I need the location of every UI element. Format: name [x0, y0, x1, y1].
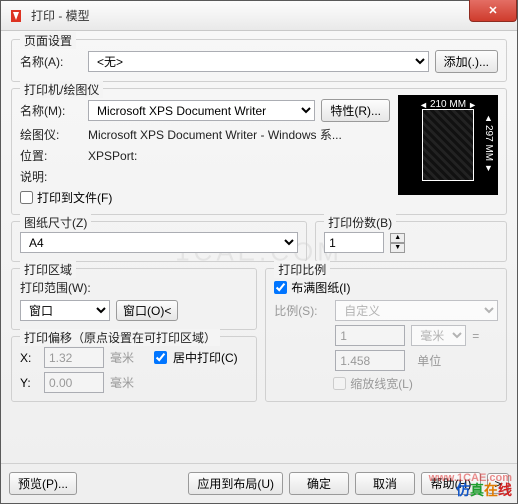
select-paper-size[interactable]: A4: [20, 232, 298, 253]
cancel-button[interactable]: 取消: [355, 472, 415, 495]
label-description: 说明:: [20, 168, 82, 185]
legend-printer: 打印机/绘图仪: [20, 81, 103, 98]
group-paper-size: 图纸尺寸(Z) A4: [11, 221, 307, 262]
select-print-range[interactable]: 窗口: [20, 300, 110, 321]
legend-offset: 打印偏移（原点设置在可打印区域）: [20, 329, 220, 346]
value-location: XPSPort:: [88, 149, 137, 163]
copies-down[interactable]: ▼: [390, 243, 405, 253]
select-scale[interactable]: 自定义: [335, 300, 498, 321]
label-plotter: 绘图仪:: [20, 126, 82, 143]
preview-button[interactable]: 预览(P)...: [9, 472, 77, 495]
label-print-range: 打印范围(W):: [20, 279, 91, 296]
checkbox-fit-to-paper[interactable]: [274, 281, 287, 294]
input-offset-y[interactable]: [44, 372, 104, 393]
legend-scale: 打印比例: [274, 261, 330, 278]
legend-copies: 打印份数(B): [324, 214, 396, 231]
label-printer-name: 名称(M):: [20, 102, 82, 119]
app-icon: [7, 7, 25, 25]
group-scale: 打印比例 布满图纸(I) 比例(S): 自定义 毫米 =: [265, 268, 507, 402]
help-button[interactable]: 帮助(H): [421, 472, 481, 495]
label-print-to-file: 打印到文件(F): [37, 189, 112, 206]
checkbox-center-plot[interactable]: [154, 351, 167, 364]
printer-properties-button[interactable]: 特性(R)...: [321, 99, 390, 122]
window-pick-button[interactable]: 窗口(O)<: [116, 300, 178, 321]
value-plotter: Microsoft XPS Document Writer - Windows …: [88, 126, 342, 143]
label-offset-y: Y:: [20, 376, 38, 390]
label-center-plot: 居中打印(C): [173, 349, 238, 366]
label-scale-lineweights: 缩放线宽(L): [350, 375, 413, 392]
select-scale-a-unit[interactable]: 毫米: [411, 325, 466, 346]
group-print-area: 打印区域 打印范围(W): 窗口 窗口(O)<: [11, 268, 257, 330]
input-scale-b[interactable]: [335, 350, 405, 371]
ok-button[interactable]: 确定: [289, 472, 349, 495]
input-copies[interactable]: [324, 232, 384, 253]
legend-print-area: 打印区域: [20, 261, 76, 278]
label-scale: 比例(S):: [274, 302, 329, 319]
unit-offset-y: 毫米: [110, 374, 134, 391]
label-scale-b-unit: 单位: [411, 352, 466, 369]
window-title: 打印 - 模型: [31, 7, 90, 24]
apply-layout-button[interactable]: 应用到布局(U): [188, 472, 283, 495]
unit-offset-x: 毫米: [110, 349, 134, 366]
group-offset: 打印偏移（原点设置在可打印区域） X: 毫米 居中打印(C) Y: 毫米: [11, 336, 257, 402]
label-offset-x: X:: [20, 351, 38, 365]
group-copies: 打印份数(B) ▲ ▼: [315, 221, 507, 262]
expand-button[interactable]: >: [487, 473, 509, 494]
group-printer: 打印机/绘图仪 名称(M): Microsoft XPS Document Wr…: [11, 88, 507, 215]
paper-preview: ◄210 MM► ▲297 MM▼: [398, 95, 498, 195]
checkbox-scale-lineweights[interactable]: [333, 377, 346, 390]
label-location: 位置:: [20, 147, 82, 164]
copies-up[interactable]: ▲: [390, 233, 405, 243]
label-scale-eq: =: [472, 329, 479, 343]
add-pagesetup-button[interactable]: 添加(.)...: [435, 50, 498, 73]
group-page-setup: 页面设置 名称(A): <无> 添加(.)...: [11, 39, 507, 82]
label-pagesetup-name: 名称(A):: [20, 53, 82, 70]
legend-paper-size: 图纸尺寸(Z): [20, 214, 91, 231]
select-printer-name[interactable]: Microsoft XPS Document Writer: [88, 100, 315, 121]
select-pagesetup-name[interactable]: <无>: [88, 51, 429, 72]
checkbox-print-to-file[interactable]: [20, 191, 33, 204]
input-scale-a[interactable]: [335, 325, 405, 346]
input-offset-x[interactable]: [44, 347, 104, 368]
legend-page-setup: 页面设置: [20, 32, 76, 49]
close-button[interactable]: ✕: [469, 0, 517, 22]
label-fit-to-paper: 布满图纸(I): [291, 279, 350, 296]
